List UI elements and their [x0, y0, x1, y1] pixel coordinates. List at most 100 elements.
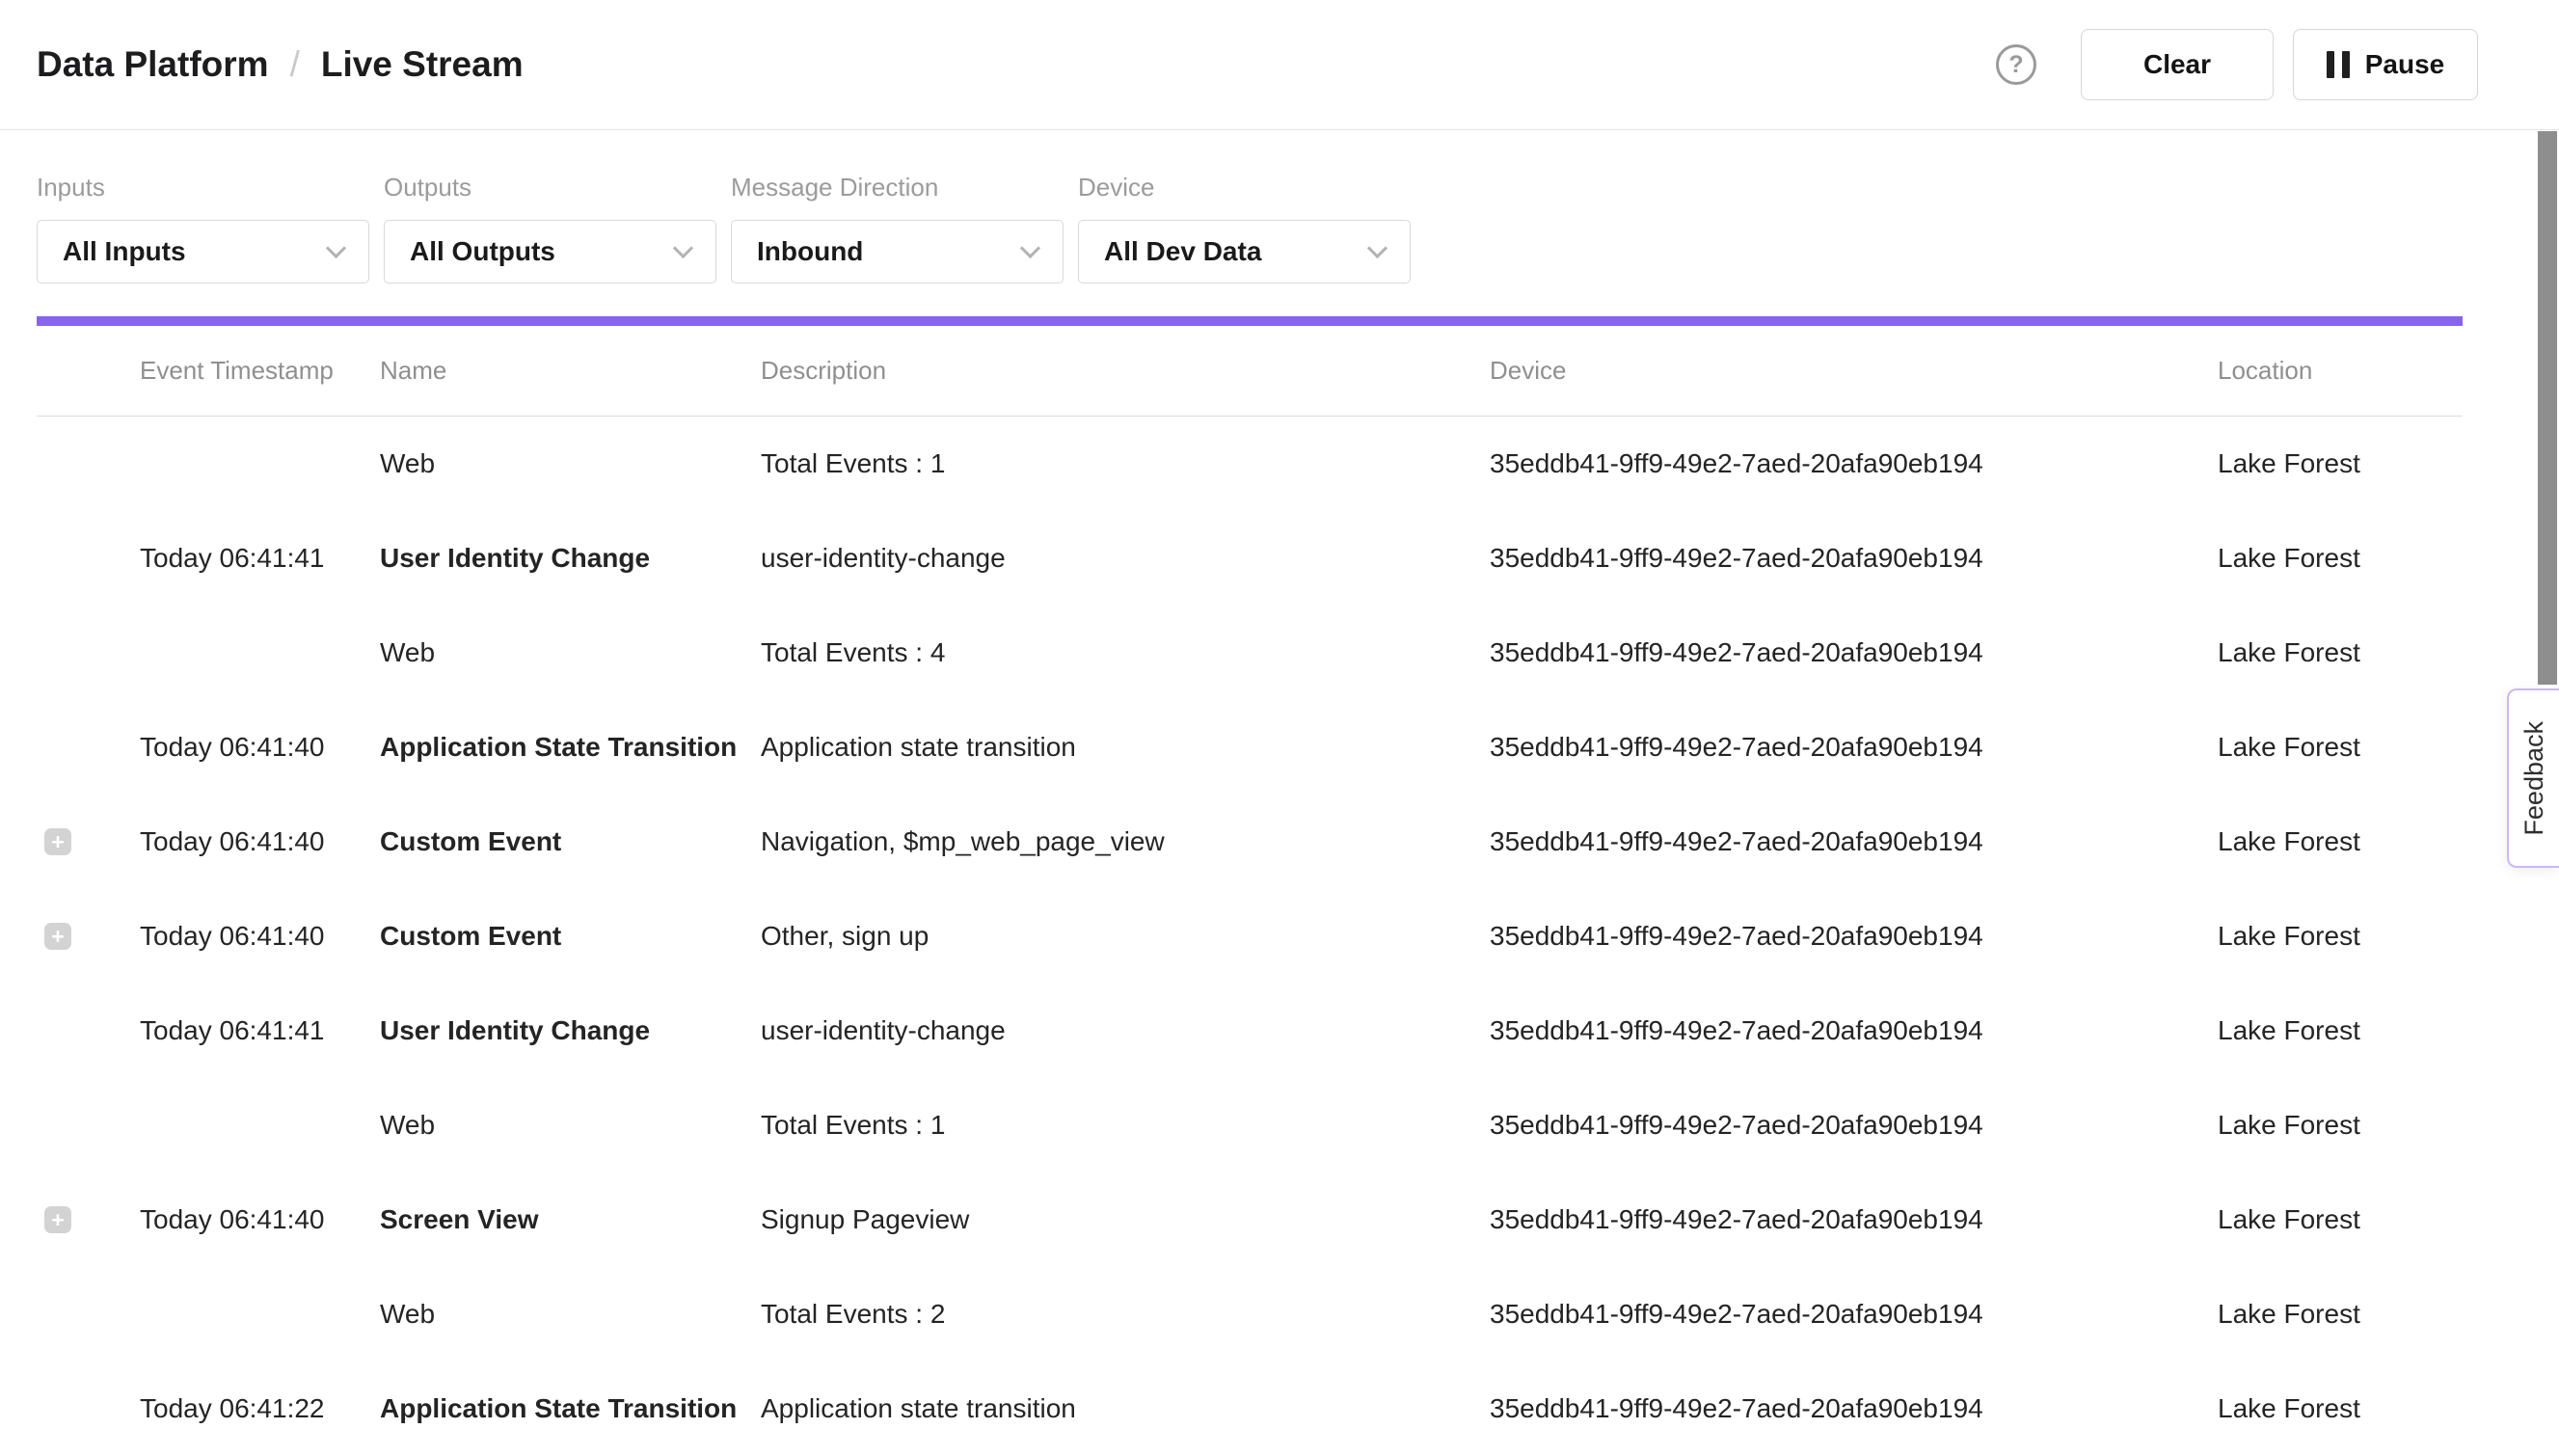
cell-description: user-identity-change [761, 1015, 1490, 1046]
table-row: + Today 06:41:41 User Identity Change us… [37, 984, 2463, 1078]
cell-name: User Identity Change [380, 543, 761, 574]
filter-inputs-label: Inputs [37, 173, 369, 202]
table-row: + Web Total Events : 1 35eddb41-9ff9-49e… [37, 1078, 2463, 1173]
cell-device: 35eddb41-9ff9-49e2-7aed-20afa90eb194 [1490, 921, 2218, 952]
cell-device: 35eddb41-9ff9-49e2-7aed-20afa90eb194 [1490, 1299, 2218, 1330]
chevron-down-icon [673, 237, 693, 257]
cell-description: Total Events : 1 [761, 448, 1490, 479]
cell-device: 35eddb41-9ff9-49e2-7aed-20afa90eb194 [1490, 637, 2218, 668]
expand-row-button[interactable]: + [44, 923, 71, 950]
cell-event-timestamp: Today 06:41:41 [140, 543, 380, 574]
filters-bar: Inputs All Inputs Outputs All Outputs Me… [0, 130, 2559, 283]
pause-icon [2327, 51, 2350, 78]
cell-device: 35eddb41-9ff9-49e2-7aed-20afa90eb194 [1490, 732, 2218, 763]
breadcrumb-section[interactable]: Data Platform [37, 44, 269, 85]
help-icon[interactable]: ? [1996, 44, 2036, 85]
cell-device: 35eddb41-9ff9-49e2-7aed-20afa90eb194 [1490, 1393, 2218, 1424]
vertical-scrollbar-thumb[interactable] [2538, 131, 2557, 685]
column-location: Location [2218, 356, 2463, 386]
filter-message-direction-select[interactable]: Inbound [731, 220, 1064, 283]
clear-button-label: Clear [2143, 49, 2211, 80]
feedback-tab[interactable]: Feedback [2507, 688, 2559, 868]
page-header: Data Platform / Live Stream ? Clear Paus… [0, 0, 2559, 130]
expand-row-button[interactable]: + [44, 828, 71, 855]
cell-location: Lake Forest [2218, 637, 2463, 668]
table-row: + Web Total Events : 1 35eddb41-9ff9-49e… [37, 417, 2463, 511]
cell-description: user-identity-change [761, 543, 1490, 574]
filter-message-direction: Message Direction Inbound [731, 173, 1064, 283]
cell-location: Lake Forest [2218, 543, 2463, 574]
cell-location: Lake Forest [2218, 1393, 2463, 1424]
table-row: + Web Total Events : 4 35eddb41-9ff9-49e… [37, 606, 2463, 700]
cell-location: Lake Forest [2218, 1015, 2463, 1046]
cell-description: Total Events : 1 [761, 1110, 1490, 1141]
cell-name: Custom Event [380, 921, 761, 952]
breadcrumb: Data Platform / Live Stream [37, 44, 524, 85]
filter-inputs-value: All Inputs [63, 236, 186, 267]
cell-description: Signup Pageview [761, 1204, 1490, 1235]
cell-device: 35eddb41-9ff9-49e2-7aed-20afa90eb194 [1490, 543, 2218, 574]
events-table: Event Timestamp Name Description Device … [37, 326, 2463, 1456]
column-name: Name [380, 356, 761, 386]
cell-event-timestamp: Today 06:41:40 [140, 921, 380, 952]
column-device: Device [1490, 356, 2218, 386]
cell-description: Total Events : 4 [761, 637, 1490, 668]
table-row: + Today 06:41:40 Custom Event Navigation… [37, 795, 2463, 889]
filter-inputs-select[interactable]: All Inputs [37, 220, 369, 283]
cell-event-timestamp: Today 06:41:41 [140, 1015, 380, 1046]
cell-location: Lake Forest [2218, 1299, 2463, 1330]
cell-description: Application state transition [761, 732, 1490, 763]
filter-outputs-label: Outputs [384, 173, 716, 202]
feedback-tab-label: Feedback [2519, 721, 2549, 836]
pause-button-label: Pause [2365, 49, 2445, 80]
cell-name: Application State Transition [380, 732, 761, 763]
table-row: + Today 06:41:40 Custom Event Other, sig… [37, 889, 2463, 984]
cell-description: Total Events : 2 [761, 1299, 1490, 1330]
table-row: + Today 06:41:40 Screen View Signup Page… [37, 1173, 2463, 1267]
table-body: + Web Total Events : 1 35eddb41-9ff9-49e… [37, 417, 2463, 1456]
filter-outputs-value: All Outputs [410, 236, 555, 267]
cell-event-timestamp: Today 06:41:40 [140, 732, 380, 763]
cell-description: Other, sign up [761, 921, 1490, 952]
cell-device: 35eddb41-9ff9-49e2-7aed-20afa90eb194 [1490, 1110, 2218, 1141]
cell-location: Lake Forest [2218, 732, 2463, 763]
cell-location: Lake Forest [2218, 826, 2463, 857]
table-row: + Today 06:41:40 Application State Trans… [37, 700, 2463, 795]
breadcrumb-page-title: Live Stream [321, 44, 524, 85]
pause-button[interactable]: Pause [2293, 29, 2478, 100]
table-row: + Today 06:41:41 User Identity Change us… [37, 511, 2463, 606]
filter-outputs-select[interactable]: All Outputs [384, 220, 716, 283]
cell-location: Lake Forest [2218, 921, 2463, 952]
clear-button[interactable]: Clear [2081, 29, 2274, 100]
cell-device: 35eddb41-9ff9-49e2-7aed-20afa90eb194 [1490, 448, 2218, 479]
accent-divider [37, 316, 2463, 326]
chevron-down-icon [326, 237, 346, 257]
filter-device-label: Device [1078, 173, 1411, 202]
cell-name: Web [380, 1299, 761, 1330]
chevron-down-icon [1020, 237, 1040, 257]
cell-location: Lake Forest [2218, 448, 2463, 479]
chevron-down-icon [1367, 237, 1387, 257]
cell-device: 35eddb41-9ff9-49e2-7aed-20afa90eb194 [1490, 826, 2218, 857]
filter-device-select[interactable]: All Dev Data [1078, 220, 1411, 283]
filter-message-direction-label: Message Direction [731, 173, 1064, 202]
cell-device: 35eddb41-9ff9-49e2-7aed-20afa90eb194 [1490, 1204, 2218, 1235]
cell-name: Web [380, 1110, 761, 1141]
cell-description: Navigation, $mp_web_page_view [761, 826, 1490, 857]
filter-inputs: Inputs All Inputs [37, 173, 369, 283]
breadcrumb-separator: / [290, 44, 300, 85]
filter-outputs: Outputs All Outputs [384, 173, 716, 283]
filter-device: Device All Dev Data [1078, 173, 1411, 283]
table-header-row: Event Timestamp Name Description Device … [37, 326, 2463, 417]
table-row: + Today 06:41:22 Application State Trans… [37, 1362, 2463, 1456]
cell-name: Custom Event [380, 826, 761, 857]
cell-event-timestamp: Today 06:41:40 [140, 1204, 380, 1235]
table-row: + Web Total Events : 2 35eddb41-9ff9-49e… [37, 1267, 2463, 1362]
cell-name: Application State Transition [380, 1393, 761, 1424]
cell-name: User Identity Change [380, 1015, 761, 1046]
cell-location: Lake Forest [2218, 1110, 2463, 1141]
filter-message-direction-value: Inbound [757, 236, 863, 267]
filter-device-value: All Dev Data [1104, 236, 1261, 267]
expand-row-button[interactable]: + [44, 1206, 71, 1233]
cell-event-timestamp: Today 06:41:40 [140, 826, 380, 857]
